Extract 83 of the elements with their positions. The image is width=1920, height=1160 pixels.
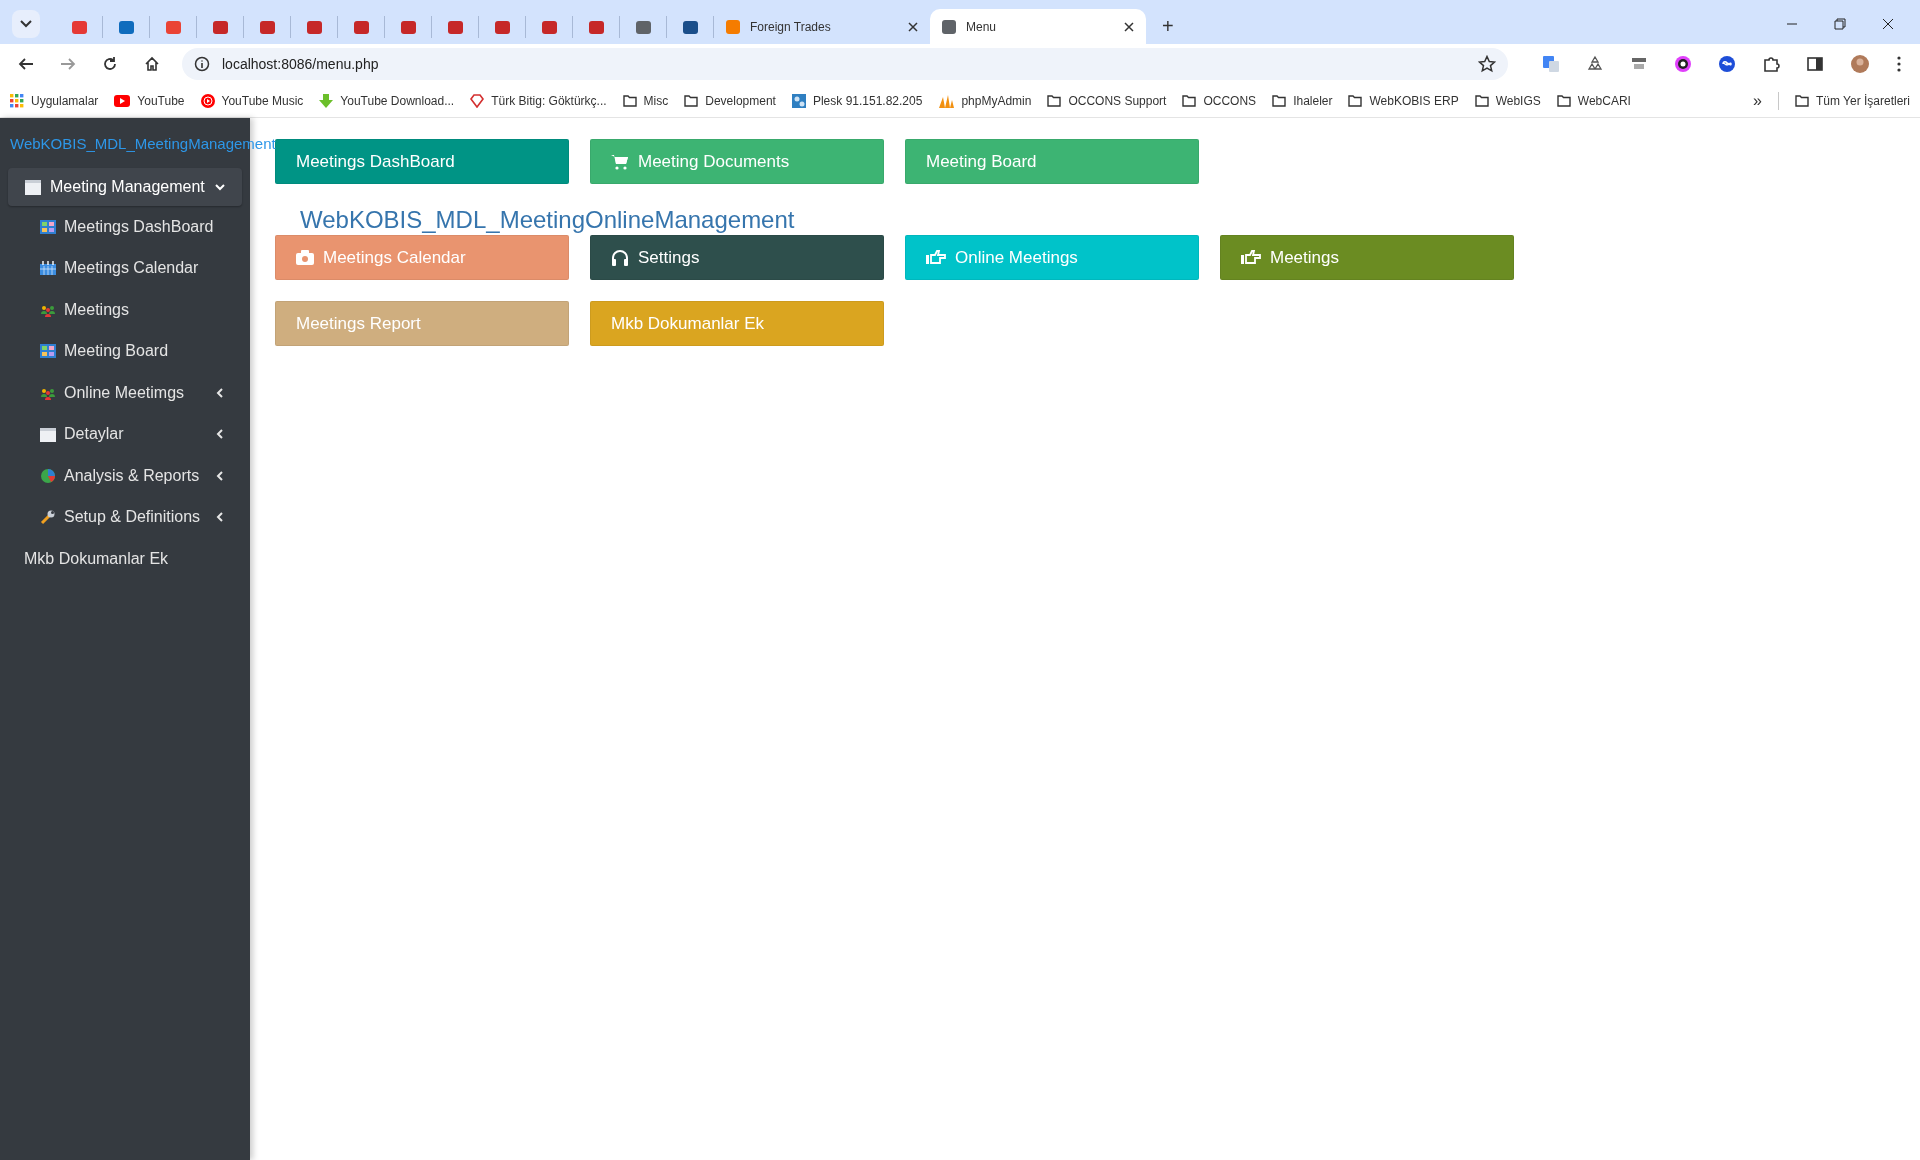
bookmark-link[interactable]: Ihaleler: [1272, 93, 1333, 108]
dashboard-icon: [40, 344, 56, 359]
bookmark-link[interactable]: phpMyAdmin: [938, 93, 1032, 108]
home-icon[interactable]: [144, 56, 160, 72]
cart-icon: [611, 153, 629, 170]
bookmark-link[interactable]: Development: [684, 93, 776, 108]
tab-search-button[interactable]: [12, 10, 40, 38]
menu-item[interactable]: Meetings Calendar: [0, 247, 250, 289]
pie-chart-icon: [40, 468, 56, 483]
all-bookmarks-link[interactable]: Tüm Yer İşaretleri: [1794, 93, 1910, 108]
menu-button[interactable]: Settings: [590, 235, 884, 280]
menu-item[interactable]: Detaylar: [0, 413, 250, 455]
bookmark-link[interactable]: WebKOBIS ERP: [1348, 93, 1459, 108]
folder-icon: [1794, 94, 1809, 107]
browser-tab[interactable]: Foreign Trades: [714, 9, 930, 44]
bookmark-link[interactable]: OCCONS Support: [1047, 93, 1167, 108]
pointing-hand-icon: [926, 250, 946, 265]
restore-icon[interactable]: [1834, 18, 1846, 30]
menu-item[interactable]: Meeting Board: [0, 330, 250, 372]
wrench-icon: [40, 509, 56, 526]
bookmark-link[interactable]: OCCONS: [1182, 93, 1257, 108]
menu-button[interactable]: Meetings: [1220, 235, 1514, 280]
bookmark-link[interactable]: WebCARI: [1556, 93, 1631, 108]
folder-icon: [1348, 94, 1363, 107]
info-icon: [194, 56, 210, 72]
menu-button[interactable]: Meetings DashBoard: [275, 139, 569, 184]
forward-icon[interactable]: [60, 56, 76, 72]
folder-icon: [1272, 94, 1287, 107]
more-bookmarks-button[interactable]: »: [1753, 91, 1762, 110]
side-panel-icon[interactable]: [1806, 55, 1824, 73]
translate-icon[interactable]: [1542, 55, 1560, 73]
menu-item[interactable]: Meetings DashBoard: [0, 206, 250, 248]
menu-item[interactable]: Setup & Definitions: [0, 496, 250, 538]
color-picker-icon[interactable]: [1674, 55, 1692, 73]
url-text: localhost:8086/menu.php: [222, 56, 380, 72]
tab-title: Menu: [966, 19, 998, 34]
play-circle-icon: [200, 93, 215, 108]
menu-group-item[interactable]: Meeting Management: [8, 168, 242, 206]
avatar-icon[interactable]: [1850, 54, 1870, 74]
bookmark-link[interactable]: Misc: [622, 93, 669, 108]
bookmark-link[interactable]: YouTube Music: [200, 93, 304, 108]
play-icon: [114, 94, 131, 107]
puzzle-icon[interactable]: [1762, 55, 1780, 73]
chevron-down-icon: [20, 20, 32, 28]
download-arrow-icon: [319, 93, 334, 108]
section-title: WebKOBIS_MDL_MeetingOnlineManagement: [300, 205, 796, 235]
calendar-icon: [40, 261, 56, 276]
pointing-hand-icon: [1241, 250, 1261, 265]
menu-item[interactable]: Analysis & Reports: [0, 455, 250, 497]
page-icon: [40, 426, 56, 442]
folder-icon: [1182, 94, 1197, 107]
menu-item[interactable]: Meetings: [0, 289, 250, 331]
folder-icon: [684, 94, 699, 107]
folder-icon: [1047, 94, 1062, 107]
more-icon[interactable]: [1896, 55, 1902, 73]
close-icon[interactable]: [1882, 18, 1894, 30]
reload-icon[interactable]: [102, 56, 118, 72]
headphones-icon: [611, 249, 629, 266]
new-tab-button[interactable]: +: [1156, 15, 1180, 38]
bookmark-link[interactable]: Türk Bitig: Göktürkç...: [470, 93, 607, 108]
back-icon[interactable]: [18, 56, 34, 72]
bookmark-link[interactable]: YouTube: [114, 93, 185, 108]
apps-grid-icon: [10, 93, 24, 108]
bookmark-link[interactable]: WebIGS: [1474, 93, 1541, 108]
menu-item[interactable]: Online Meetimgs: [0, 372, 250, 414]
tab-title: Foreign Trades: [750, 19, 832, 34]
gem-icon: [470, 93, 485, 108]
folder-icon: [1556, 94, 1571, 107]
bookmark-link[interactable]: YouTube Download...: [319, 93, 455, 108]
address-bar[interactable]: localhost:8086/menu.php: [182, 48, 1508, 80]
gears-icon: [791, 93, 806, 108]
close-icon[interactable]: [1124, 21, 1134, 32]
camera-icon: [296, 250, 314, 265]
star-icon[interactable]: [1478, 55, 1496, 73]
bookmark-link[interactable]: Uygulamalar: [10, 93, 99, 108]
page-icon: [24, 178, 42, 196]
menu-item[interactable]: Mkb Dokumanlar Ek: [0, 538, 169, 579]
folder-icon: [622, 94, 637, 107]
bookmark-link[interactable]: Plesk 91.151.82.205: [791, 93, 923, 108]
browser-tab[interactable]: Menu: [930, 9, 1146, 44]
close-icon[interactable]: [908, 21, 918, 32]
dashboard-icon: [40, 219, 56, 234]
folder-icon: [1474, 94, 1489, 107]
